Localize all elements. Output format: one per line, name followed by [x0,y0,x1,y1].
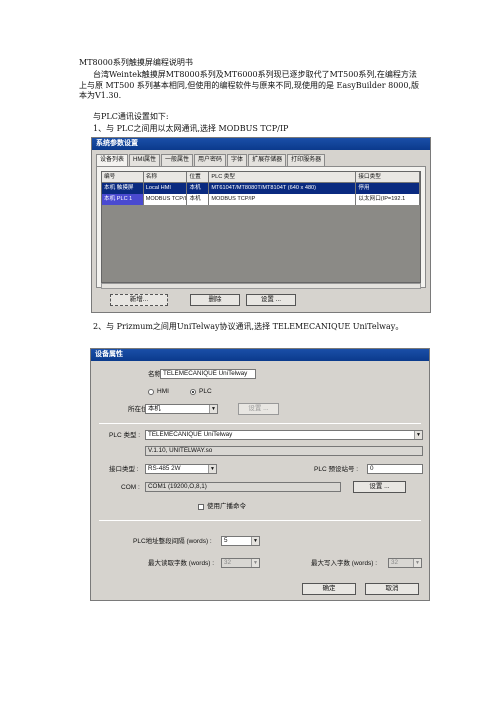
plc-type-value: TELEMECANIQUE UniTelway [148,431,233,438]
doc-intro: 台湾Weintek触摸屏MT8000系列及MT6000系列现已逐步取代了MT50… [79,70,420,100]
plc-type-label: PLC 类型 : [109,432,141,439]
chevron-down-icon: ▼ [251,559,259,567]
interface-label: 接口类型 : [109,466,139,473]
radio-hmi-label: HMI [157,388,169,395]
step-2-text: 2、与 Prizmum之间用UniTelway协议通讯,选择 TELEMECAN… [93,322,404,331]
com-label: COM : [121,484,140,491]
add-button[interactable]: 新增... [110,294,168,306]
location-select[interactable]: 本机 ▼ [145,404,218,414]
radio-plc[interactable] [190,389,196,395]
row-location: 本机 [187,194,210,205]
settings-button[interactable]: 设置 ... [246,294,296,306]
station-field[interactable]: 0 [367,464,423,474]
chevron-down-icon: ▼ [208,465,216,473]
location-settings-button[interactable]: 设置 ... [238,403,279,415]
com-field: COM1 (19200,O,8,1) [145,482,341,492]
driver-info-field: V.1.10, UNITELWAY.so [145,446,423,456]
row-name: MODBUS TCP/IP [143,194,188,205]
row-plc-type: MODBUS TCP/IP [209,194,357,205]
tab-bar: 设备列表 HMI属性 一般属性 用户密码 字体 扩展存储器 打印服务器 [96,154,326,167]
chevron-down-icon: ▼ [209,405,217,413]
broadcast-checkbox[interactable] [198,504,204,510]
chevron-down-icon: ▼ [413,559,421,567]
tab-extended-memory[interactable]: 扩展存储器 [248,154,287,166]
col-interface-type[interactable]: 接口类型 [356,172,420,183]
divider [99,423,421,424]
row-number: 本机 触摸屏 [102,183,144,194]
max-write-select: 32 ▼ [388,558,422,568]
col-plc-type[interactable]: PLC 类型 [209,172,357,183]
chevron-down-icon: ▼ [251,537,259,545]
row-interface: 停用 [356,183,420,194]
divider [99,520,421,521]
max-read-label: 最大读取字数 (words) : [148,560,215,567]
tab-general-attributes[interactable]: 一般属性 [161,154,194,166]
station-label: PLC 预设站号 : [314,466,359,473]
plc-setting-heading: 与PLC通讯设置如下: [93,112,169,121]
tab-user-password[interactable]: 用户密码 [194,154,227,166]
chevron-down-icon: ▼ [414,431,422,439]
horizontal-scrollbar[interactable] [101,283,421,289]
cancel-button[interactable]: 取消 [365,583,419,595]
interval-select[interactable]: 5 ▼ [221,536,260,546]
interface-value: RS-485 2W [148,465,181,472]
delete-button[interactable]: 删除 [190,294,240,306]
col-name[interactable]: 名称 [143,172,188,183]
com-settings-button[interactable]: 设置 ... [353,481,406,493]
device-list-panel: 编号 名称 位置 PLC 类型 接口类型 本机 触摸屏 Local HMI 本机… [96,166,426,289]
table-header: 编号 名称 位置 PLC 类型 接口类型 [102,172,420,183]
max-read-value: 32 [224,559,232,566]
row-number: 本机 PLC 1 [102,194,144,205]
radio-plc-label: PLC [199,388,212,395]
row-name: Local HMI [143,183,188,194]
radio-hmi[interactable] [148,389,154,395]
location-value: 本机 [148,405,161,412]
interface-select[interactable]: RS-485 2W ▼ [145,464,217,474]
step-1-text: 1、与 PLC之间用以太网通讯,选择 MODBUS TCP/IP [93,124,289,133]
interval-value: 5 [224,537,228,544]
dialog-title: 系统参数设置 [92,138,430,150]
row-interface: 以太网口(IP=192.1 [356,194,420,205]
name-field[interactable]: TELEMECANIQUE UniTelway [160,369,256,379]
col-number[interactable]: 编号 [102,172,144,183]
ok-button[interactable]: 确定 [302,583,356,595]
dialog-title: 设备属性 [91,349,429,361]
max-read-select: 32 ▼ [221,558,260,568]
col-location[interactable]: 位置 [187,172,210,183]
table-row[interactable]: 本机 触摸屏 Local HMI 本机 MT6104T/MT8080T/MT81… [102,183,420,194]
system-params-dialog: 系统参数设置 设备列表 HMI属性 一般属性 用户密码 字体 扩展存储器 打印服… [91,137,431,313]
row-plc-type: MT6104T/MT8080T/MT8104T (640 x 480) [209,183,357,194]
max-write-label: 最大写入字数 (words) : [311,560,378,567]
interval-label: PLC地址整段间隔 (words) : [133,538,212,545]
tab-print-server[interactable]: 打印服务器 [287,154,326,166]
max-write-value: 32 [391,559,399,566]
table-row[interactable]: 本机 PLC 1 MODBUS TCP/IP 本机 MODBUS TCP/IP … [102,194,420,205]
device-table: 编号 名称 位置 PLC 类型 接口类型 本机 触摸屏 Local HMI 本机… [101,171,421,283]
doc-title: MT8000系列触摸屏编程说明书 [79,58,193,67]
row-location: 本机 [187,183,210,194]
broadcast-label: 使用广播命令 [207,503,246,510]
tab-font[interactable]: 字体 [227,154,248,166]
plc-type-select[interactable]: TELEMECANIQUE UniTelway ▼ [145,430,423,440]
tab-hmi-attributes[interactable]: HMI属性 [129,154,161,166]
device-properties-dialog: 设备属性 名称 : TELEMECANIQUE UniTelway HMI PL… [90,348,430,601]
